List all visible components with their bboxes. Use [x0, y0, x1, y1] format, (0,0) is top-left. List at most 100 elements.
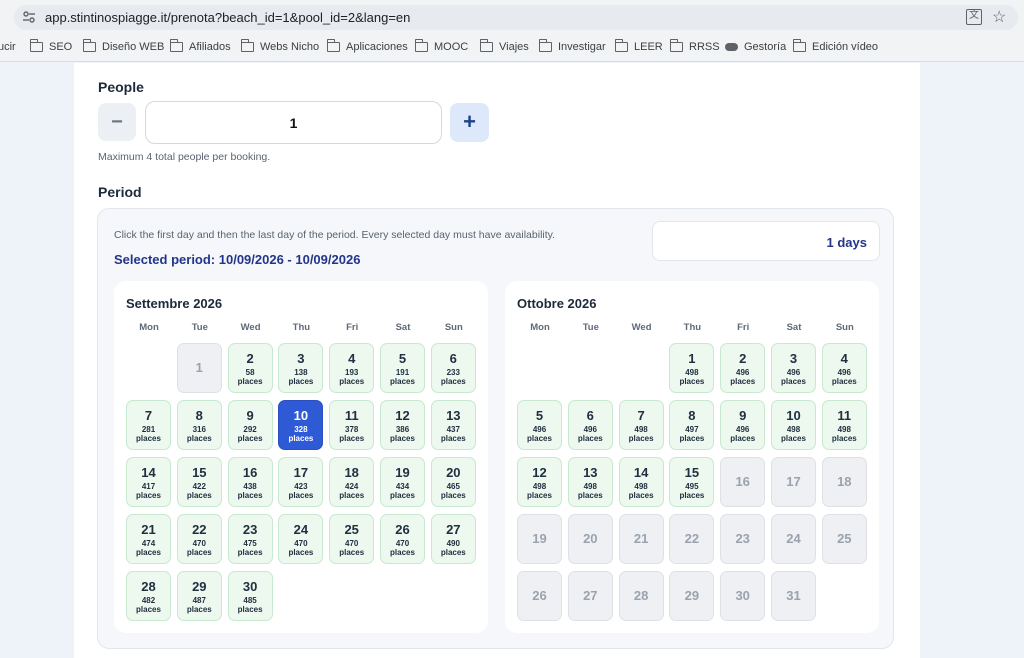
calendar-day[interactable]: 4 496 places	[821, 343, 867, 393]
weekday-header: Tue	[191, 322, 208, 333]
calendar-day[interactable]: 2 58 places	[227, 343, 273, 393]
site-settings-icon[interactable]	[22, 10, 36, 24]
calendar-day[interactable]: 30 485 places	[227, 571, 273, 621]
calendar-day[interactable]: 14 498 places	[618, 457, 664, 507]
calendar-day: 24	[771, 514, 816, 564]
calendar-day[interactable]: 26 470 places	[380, 514, 425, 564]
calendar-day[interactable]: 11 498 places	[821, 400, 867, 450]
day-number: 1	[195, 360, 203, 375]
calendar-day[interactable]: 4 193 places	[329, 343, 375, 393]
calendar-day[interactable]: 13 498 places	[567, 457, 613, 507]
bookmark-folder[interactable]: SEO	[29, 39, 73, 53]
people-count-input[interactable]: 1	[145, 101, 442, 144]
bookmark-item[interactable]: ucir	[0, 41, 16, 53]
calendar-day[interactable]: 12 498 places	[517, 457, 562, 507]
calendar-day[interactable]: 3 496 places	[771, 343, 816, 393]
translate-icon[interactable]: 文	[966, 9, 982, 25]
calendar-day[interactable]: 9 496 places	[720, 400, 766, 450]
bookmark-folder[interactable]: LEER	[614, 39, 663, 53]
places-count: 498	[837, 425, 851, 434]
bookmark-label: SEO	[49, 41, 73, 53]
day-number: 13	[583, 465, 598, 480]
places-unit: places	[136, 548, 161, 557]
bookmark-star-icon[interactable]: ☆	[992, 7, 1006, 27]
weekday-header: Fri	[346, 322, 359, 333]
bookmark-folder[interactable]: Viajes	[479, 39, 529, 53]
bookmark-folder[interactable]: Diseño WEB	[82, 39, 164, 53]
calendar-day[interactable]: 5 191 places	[380, 343, 425, 393]
calendar-day[interactable]: 5 496 places	[517, 400, 562, 450]
day-number: 9	[246, 408, 254, 423]
calendar-day: 23	[720, 514, 766, 564]
calendar-day-selected[interactable]: 10 328 places	[278, 400, 324, 450]
increase-people-button[interactable]: +	[450, 103, 489, 142]
bookmark-item[interactable]: Gestoría	[725, 41, 786, 53]
calendar-day[interactable]: 15 422 places	[176, 457, 222, 507]
calendar-day[interactable]: 14 417 places	[126, 457, 171, 507]
day-number: 12	[532, 465, 547, 480]
day-number: 9	[739, 408, 747, 423]
day-number: 26	[532, 588, 547, 603]
day-number: 16	[242, 465, 258, 480]
calendar-day[interactable]: 13 437 places	[430, 400, 476, 450]
bookmark-folder[interactable]: Webs Nicho	[240, 39, 319, 53]
places-count: 487	[192, 596, 206, 605]
weekday-header: Sun	[835, 322, 854, 333]
places-count: 423	[294, 482, 308, 491]
calendar-day[interactable]: 2 496 places	[720, 343, 766, 393]
bookmark-folder[interactable]: Edición vídeo	[792, 39, 878, 53]
calendar-day[interactable]: 23 475 places	[227, 514, 273, 564]
calendar-day[interactable]: 21 474 places	[126, 514, 171, 564]
bookmark-folder[interactable]: MOOC	[414, 39, 468, 53]
calendar-day[interactable]: 19 434 places	[380, 457, 425, 507]
places-unit: places	[440, 548, 466, 557]
places-count: 497	[685, 425, 699, 434]
calendar-day[interactable]: 12 386 places	[380, 400, 425, 450]
calendar-day[interactable]: 6 496 places	[567, 400, 613, 450]
calendar-day[interactable]: 10 498 places	[771, 400, 816, 450]
calendar-day[interactable]: 8 316 places	[176, 400, 222, 450]
calendar-day[interactable]: 20 465 places	[430, 457, 476, 507]
weekday-header: Wed	[631, 322, 652, 333]
bookmark-label: RRSS	[689, 41, 720, 53]
bookmark-folder[interactable]: RRSS	[669, 39, 720, 53]
places-count: 191	[395, 368, 410, 377]
calendar-day[interactable]: 28 482 places	[126, 571, 171, 621]
calendar-day[interactable]: 6 233 places	[430, 343, 476, 393]
places-count: 422	[192, 482, 206, 491]
calendar-day[interactable]: 1 498 places	[669, 343, 715, 393]
calendar-day[interactable]: 16 438 places	[227, 457, 273, 507]
url-text[interactable]: app.stintinospiagge.it/prenota?beach_id=…	[45, 10, 410, 25]
calendar-day[interactable]: 17 423 places	[278, 457, 324, 507]
folder-icon	[169, 39, 183, 52]
calendar-day[interactable]: 3 138 places	[278, 343, 324, 393]
places-unit: places	[339, 434, 365, 443]
calendar-day[interactable]: 9 292 places	[227, 400, 273, 450]
day-number: 5	[398, 351, 407, 366]
calendar-day[interactable]: 24 470 places	[278, 514, 324, 564]
places-unit: places	[679, 377, 705, 386]
calendar-day[interactable]: 29 487 places	[176, 571, 222, 621]
selected-period-text: Selected period: 10/09/2026 - 10/09/2026	[114, 252, 361, 267]
calendar-day[interactable]: 18 424 places	[329, 457, 375, 507]
places-count: 437	[446, 425, 460, 434]
calendar-day: 20	[567, 514, 613, 564]
decrease-people-button[interactable]: −	[98, 103, 136, 141]
places-count: 496	[736, 368, 750, 377]
places-count: 496	[837, 368, 851, 377]
calendar-day[interactable]: 7 281 places	[126, 400, 171, 450]
month-title: Settembre 2026	[126, 296, 223, 311]
calendar-day[interactable]: 7 498 places	[618, 400, 664, 450]
day-number: 15	[192, 465, 207, 480]
bookmark-folder[interactable]: Afiliados	[169, 39, 231, 53]
calendar-day[interactable]: 11 378 places	[329, 400, 375, 450]
calendar-day[interactable]: 25 470 places	[329, 514, 375, 564]
places-unit: places	[237, 377, 263, 386]
calendar-day[interactable]: 15 495 places	[669, 457, 715, 507]
bookmark-folder[interactable]: Investigar	[538, 39, 606, 53]
day-number: 22	[192, 522, 207, 537]
bookmark-folder[interactable]: Aplicaciones	[326, 39, 408, 53]
calendar-day[interactable]: 8 497 places	[669, 400, 715, 450]
calendar-day[interactable]: 27 490 places	[430, 514, 476, 564]
calendar-day[interactable]: 22 470 places	[176, 514, 222, 564]
